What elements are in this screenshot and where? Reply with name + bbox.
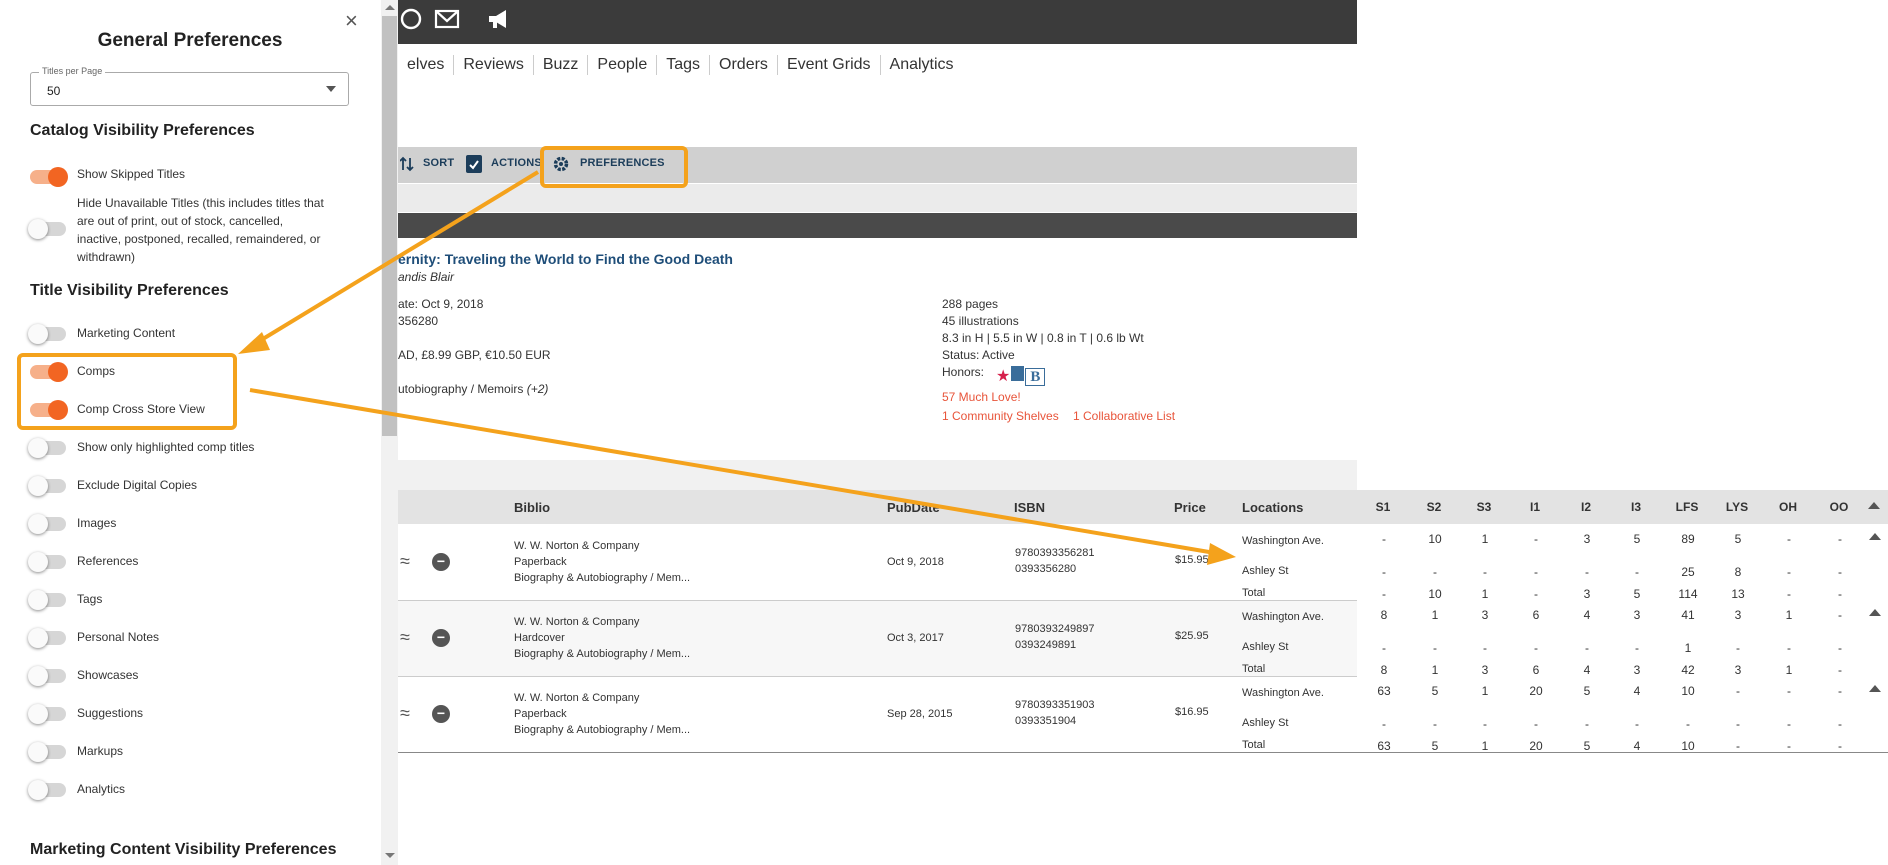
arrowhead-locations — [1207, 543, 1236, 565]
arrow-to-comps — [246, 170, 540, 350]
annotation-arrows — [238, 170, 1236, 565]
screenshot-stage: elves Reviews Buzz People Tags Orders Event Gr… — [0, 0, 1888, 865]
arrow-to-locations — [249, 388, 1216, 555]
